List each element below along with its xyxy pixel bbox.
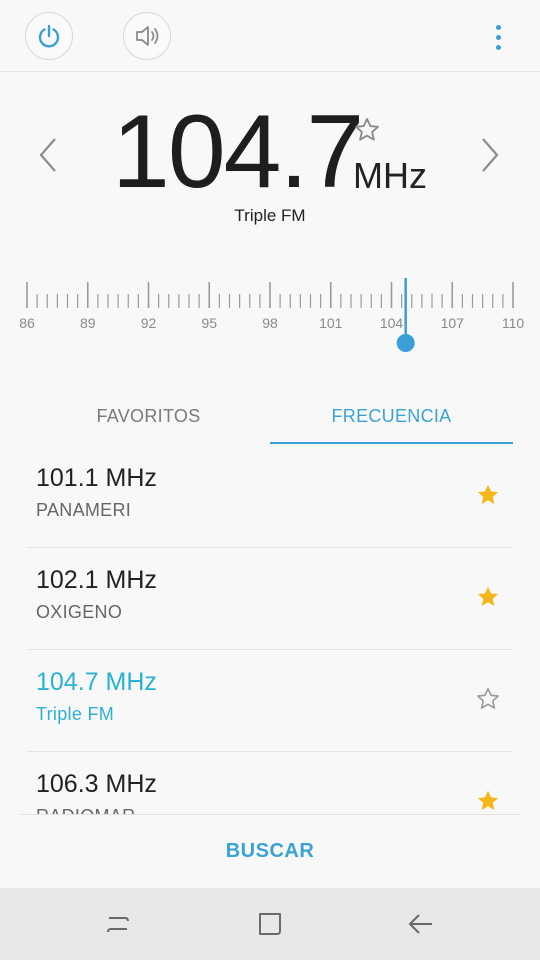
back-button[interactable] — [405, 908, 437, 940]
chevron-right-icon — [482, 138, 499, 172]
home-icon — [259, 913, 281, 935]
station-label: RADIOMAR — [36, 806, 135, 814]
home-button[interactable] — [254, 908, 286, 940]
station-row[interactable]: 101.1 MHz PANAMERI — [27, 446, 513, 548]
divider — [20, 814, 520, 815]
next-station-button[interactable] — [470, 130, 510, 180]
tab-frequency[interactable]: FRECUENCIA — [270, 392, 513, 444]
star-filled-icon[interactable] — [475, 584, 501, 610]
recent-apps-icon — [107, 917, 129, 933]
star-filled-icon[interactable] — [475, 482, 501, 508]
station-label: OXIGENO — [36, 602, 123, 622]
tuning-dial[interactable]: 86 89 92 95 98 101 104 107 110 — [0, 270, 540, 360]
more-vert-dot — [495, 34, 501, 40]
station-frequency: 106.3 MHz — [36, 770, 157, 798]
star-outline-icon[interactable] — [475, 686, 501, 712]
speaker-button[interactable] — [123, 12, 171, 60]
station-row-current[interactable]: 104.7 MHz Triple FM — [27, 650, 513, 752]
chevron-left-icon — [39, 138, 56, 172]
dial-label: 107 — [441, 315, 465, 331]
dial-label: 101 — [319, 315, 343, 331]
dial-label: 110 — [502, 315, 525, 331]
station-list: 101.1 MHz PANAMERI 102.1 MHz OXIGENO 104… — [27, 446, 513, 814]
station-name: Triple FM — [234, 206, 306, 225]
system-nav-bar — [0, 888, 540, 960]
speaker-icon — [136, 26, 159, 46]
tab-bar: FAVORITOS FRECUENCIA — [27, 392, 513, 446]
station-label: PANAMERI — [36, 500, 132, 520]
more-options-button[interactable] — [486, 20, 510, 54]
frequency-display: 104.7 MHz Triple FM — [0, 72, 540, 262]
station-frequency: 101.1 MHz — [36, 464, 157, 492]
recent-apps-button[interactable] — [102, 908, 134, 940]
dial-label: 86 — [19, 315, 35, 331]
dial-label: 95 — [201, 315, 217, 331]
station-row[interactable]: 106.3 MHz RADIOMAR — [27, 752, 513, 814]
station-label: Triple FM — [36, 704, 115, 724]
scan-button[interactable]: BUSCAR — [0, 820, 540, 884]
star-filled-icon[interactable] — [475, 788, 501, 814]
favorite-star-icon[interactable] — [353, 116, 381, 144]
back-arrow-icon — [408, 914, 432, 934]
station-frequency: 104.7 MHz — [36, 668, 157, 696]
more-vert-dot — [495, 44, 501, 50]
dial-label: 98 — [262, 315, 278, 331]
dial-indicator-handle[interactable] — [396, 334, 415, 352]
tab-favorites[interactable]: FAVORITOS — [27, 392, 270, 444]
frequency-unit: MHz — [353, 155, 427, 196]
station-row[interactable]: 102.1 MHz OXIGENO — [27, 548, 513, 650]
dial-label: 92 — [141, 315, 157, 331]
frequency-value: 104.7 — [112, 94, 364, 210]
top-bar — [0, 0, 540, 72]
dial-label: 104 — [380, 315, 404, 331]
power-button[interactable] — [25, 12, 73, 60]
station-frequency: 102.1 MHz — [36, 566, 157, 594]
power-icon — [38, 24, 60, 48]
dial-label: 89 — [80, 315, 96, 331]
previous-station-button[interactable] — [28, 130, 68, 180]
more-vert-icon — [495, 24, 501, 30]
